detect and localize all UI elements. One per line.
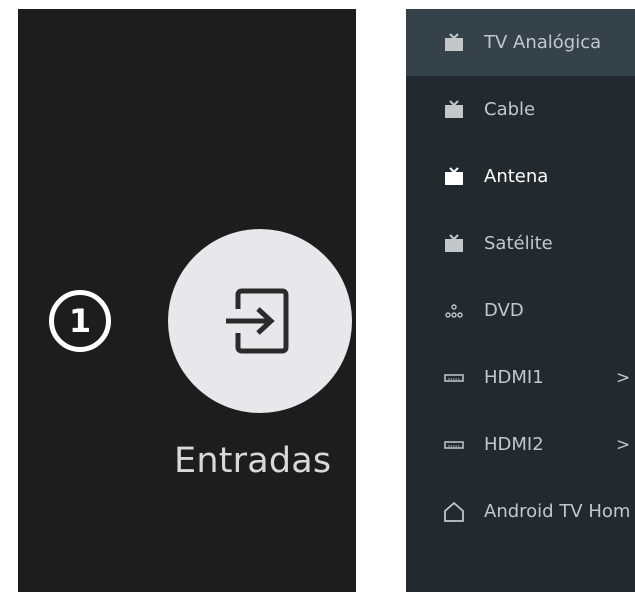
- hdmi-icon: [442, 433, 466, 457]
- input-source-menu: TV Analógica Cable Antena Satélite DVD H…: [406, 9, 635, 592]
- menu-item-hdmi1[interactable]: HDMI1 >: [406, 344, 635, 411]
- menu-item-label: Satélite: [484, 233, 553, 254]
- menu-item-label: Cable: [484, 99, 536, 120]
- inputs-button[interactable]: [168, 229, 352, 413]
- step-number-badge: 1: [49, 290, 111, 352]
- chevron-right-icon: >: [616, 367, 631, 388]
- home-icon: [442, 500, 466, 524]
- tv-icon: [442, 232, 466, 256]
- menu-item-cable[interactable]: Cable: [406, 76, 635, 143]
- menu-item-antena[interactable]: Antena: [406, 143, 635, 210]
- inputs-label: Entradas: [174, 441, 332, 481]
- menu-item-label: HDMI2: [484, 434, 544, 455]
- menu-item-label: TV Analógica: [484, 32, 602, 53]
- menu-item-android-tv-home[interactable]: Android TV Hom: [406, 478, 635, 545]
- menu-item-label: Antena: [484, 166, 549, 187]
- menu-item-tv-analogica[interactable]: TV Analógica: [406, 9, 635, 76]
- chevron-right-icon: >: [616, 434, 631, 455]
- tv-icon: [442, 165, 466, 189]
- menu-item-label: HDMI1: [484, 367, 544, 388]
- left-panel: 1 Entradas: [18, 9, 356, 592]
- menu-item-label: DVD: [484, 300, 524, 321]
- menu-item-satelite[interactable]: Satélite: [406, 210, 635, 277]
- tv-icon: [442, 98, 466, 122]
- menu-item-label: Android TV Hom: [484, 501, 631, 522]
- menu-item-dvd[interactable]: DVD: [406, 277, 635, 344]
- menu-item-hdmi2[interactable]: HDMI2 >: [406, 411, 635, 478]
- tv-icon: [442, 31, 466, 55]
- hdmi-icon: [442, 366, 466, 390]
- input-icon: [226, 288, 289, 354]
- dvd-icon: [442, 299, 466, 323]
